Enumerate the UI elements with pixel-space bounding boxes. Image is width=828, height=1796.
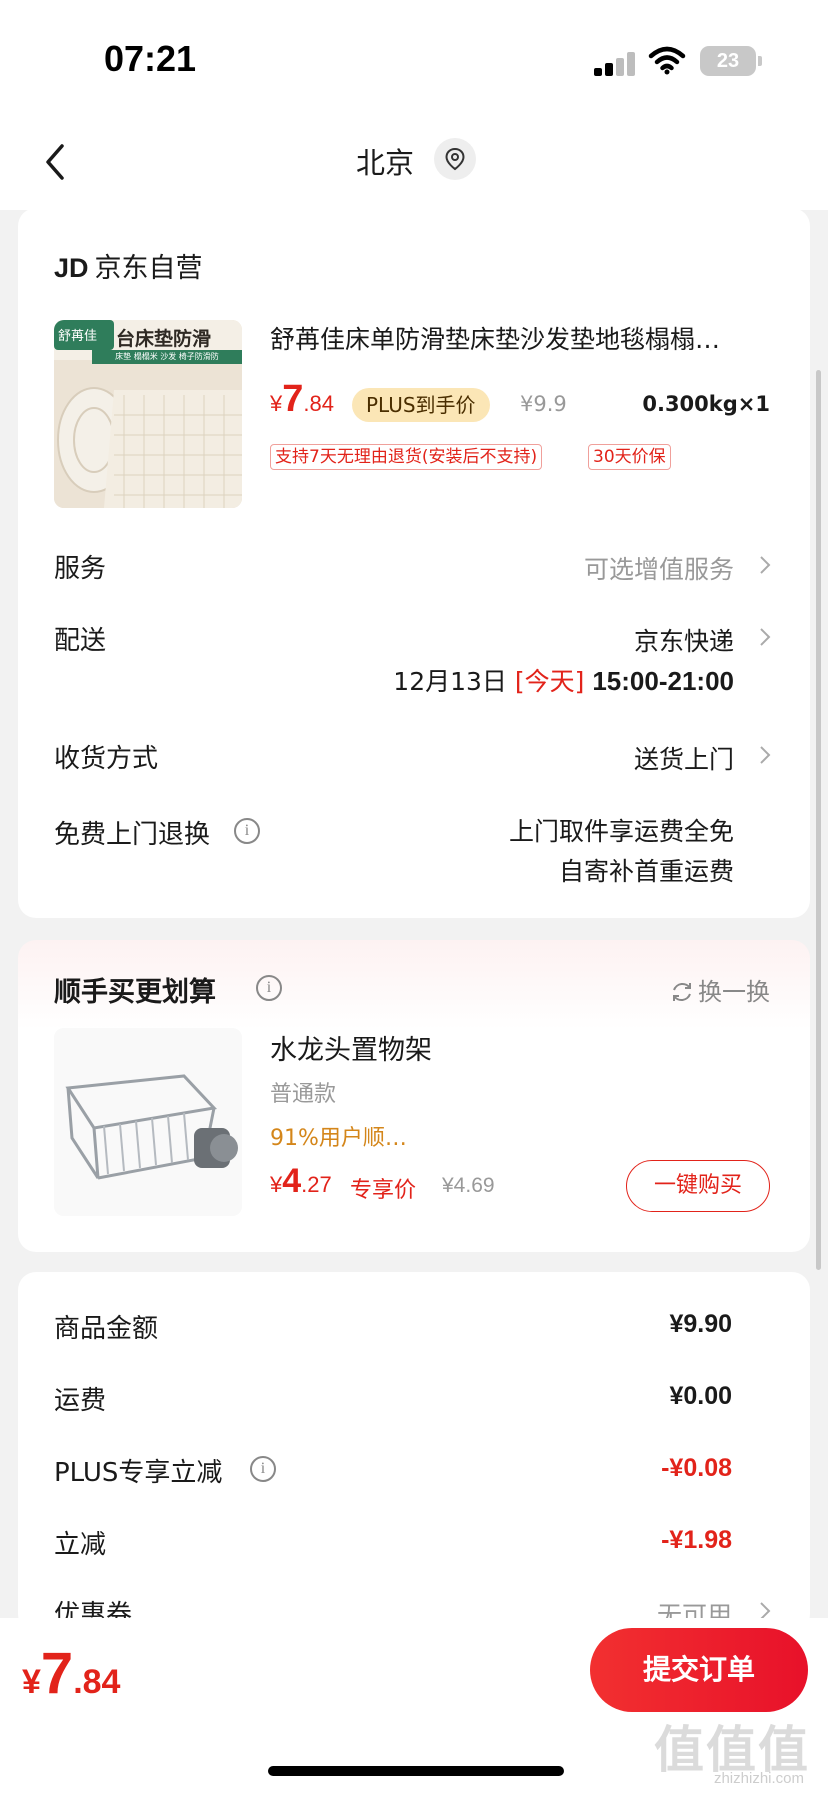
summary-label-shipping: 运费 [54, 1386, 107, 1416]
free-return-line2: 自寄补首重运费 [558, 857, 734, 886]
jd-logo: JD [54, 253, 89, 283]
summary-value-discount: -¥1.98 [661, 1526, 732, 1554]
addon-title: 顺手买更划算 [54, 977, 216, 1008]
original-price: ¥9.9 [520, 392, 567, 416]
delivery-today: [今天] [514, 667, 585, 696]
location-pin-icon[interactable] [434, 138, 476, 180]
price-decimal: .27 [301, 1172, 332, 1197]
addon-hot-text: 91%用户顺… [270, 1126, 407, 1151]
one-click-buy-button[interactable]: 一键购买 [626, 1160, 770, 1212]
product-image-brand: 舒苒佳 [58, 329, 98, 344]
delivery-window: 15:00-21:00 [592, 666, 734, 696]
battery-icon: 23 [700, 46, 762, 76]
product-image-subcaption: 床垫 榻榻米 沙发 椅子防滑防 [92, 350, 242, 364]
receive-label: 收货方式 [54, 744, 159, 774]
exclusive-price-label: 专享价 [350, 1178, 417, 1203]
price-integer: 4 [282, 1162, 302, 1200]
summary-value-plus: -¥0.08 [661, 1454, 732, 1482]
free-return-label: 免费上门退换 [54, 820, 211, 850]
delivery-carrier[interactable]: 京东快递 [634, 622, 734, 658]
submit-order-button[interactable]: 提交订单 [590, 1628, 808, 1712]
shop-name-label: 京东自营 [94, 253, 203, 284]
total-integer: 7 [40, 1641, 74, 1706]
addon-product-spec: 普通款 [270, 1082, 337, 1107]
home-indicator[interactable] [268, 1766, 564, 1776]
summary-value-shipping: ¥0.00 [669, 1382, 732, 1410]
status-time: 07:21 [104, 38, 197, 79]
product-price: ¥7.84 [270, 378, 334, 421]
swap-label: 换一换 [698, 978, 770, 1006]
summary-label-discount: 立减 [54, 1530, 107, 1560]
scrollbar[interactable] [816, 370, 821, 1270]
delivery-date: 12月13日 [393, 667, 507, 696]
back-arrow-icon[interactable] [36, 138, 76, 186]
summary-label-plus: PLUS专享立减 [54, 1458, 223, 1488]
cellular-signal-icon [594, 52, 636, 76]
refresh-icon [673, 983, 691, 1001]
page-title[interactable]: 北京 [356, 140, 414, 182]
total-price: ¥7.84 [22, 1640, 120, 1707]
product-image-caption: 台床垫防滑 [116, 328, 212, 350]
watermark-url: zhizhizhi.com [713, 1770, 804, 1787]
return-policy-tag: 支持7天无理由退货(安装后不支持) [270, 444, 543, 470]
addon-card: 顺手买更划算 i 换一换 水龙头置物架 普通款 91%用户顺… ¥4.27 专享… [18, 940, 810, 1252]
delivery-time[interactable]: 12月13日 [今天] 15:00-21:00 [393, 662, 734, 698]
plus-price-badge: PLUS到手价 [352, 388, 490, 422]
summary-value-goods: ¥9.90 [669, 1310, 732, 1338]
service-label: 服务 [54, 554, 107, 584]
wifi-icon [648, 46, 686, 75]
info-icon[interactable]: i [250, 1456, 276, 1482]
price-symbol: ¥ [270, 1172, 283, 1197]
addon-price: ¥4.27 [270, 1162, 332, 1201]
summary-card: 商品金额 ¥9.90 运费 ¥0.00 PLUS专享立减 i -¥0.08 立减… [18, 1272, 810, 1632]
chevron-right-icon[interactable] [758, 744, 772, 766]
shop-name[interactable]: JD 京东自营 [54, 246, 203, 285]
price-symbol: ¥ [270, 391, 283, 416]
total-symbol: ¥ [22, 1663, 41, 1701]
price-decimal: .84 [303, 391, 334, 416]
faucet-rack-image [54, 1028, 242, 1216]
info-icon[interactable]: i [234, 818, 260, 844]
product-title[interactable]: 舒苒佳床单防滑垫床垫沙发垫地毯榻榻… [270, 320, 782, 356]
swap-button[interactable]: 换一换 [670, 972, 770, 1007]
service-value[interactable]: 可选增值服务 [584, 550, 734, 586]
summary-label-goods: 商品金额 [54, 1314, 159, 1344]
delivery-label: 配送 [54, 626, 107, 656]
info-icon[interactable]: i [256, 975, 282, 1001]
order-item-card: JD 京东自营 舒苒佳 台床垫防滑 床垫 榻榻米 沙发 椅子防滑防 舒苒佳床单防滑… [18, 208, 810, 918]
price-integer: 7 [282, 378, 304, 420]
product-image[interactable]: 舒苒佳 台床垫防滑 床垫 榻榻米 沙发 椅子防滑防 [54, 320, 242, 508]
price-protect-tag: 30天价保 [588, 444, 671, 470]
free-return-line1: 上门取件享运费全免 [508, 817, 734, 846]
receive-value[interactable]: 送货上门 [634, 740, 734, 776]
addon-original-price: ¥4.69 [442, 1174, 495, 1197]
status-bar: 07:21 23 [0, 0, 828, 110]
chevron-right-icon[interactable] [758, 626, 772, 648]
chevron-right-icon[interactable] [758, 554, 772, 576]
weight-quantity: 0.300kg×1 [642, 392, 770, 416]
addon-product-name[interactable]: 水龙头置物架 [270, 1028, 432, 1067]
total-decimal: .84 [73, 1663, 121, 1701]
addon-product-image[interactable] [54, 1028, 242, 1216]
navbar: 北京 [0, 110, 828, 210]
